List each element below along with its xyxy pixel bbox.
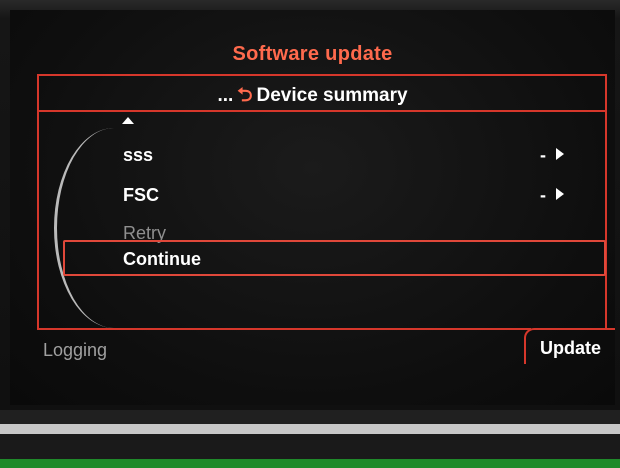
list-item-fsc-value[interactable]: - bbox=[540, 185, 564, 206]
dash-trim-lower bbox=[0, 434, 620, 459]
value-text: - bbox=[540, 185, 546, 205]
scroll-up-icon[interactable] bbox=[122, 117, 134, 124]
list-item-continue[interactable]: Continue bbox=[63, 240, 606, 276]
update-tab-label: Update bbox=[540, 338, 602, 358]
list-item-sss[interactable]: sss bbox=[123, 145, 153, 166]
header-divider bbox=[39, 110, 605, 112]
breadcrumb-ellipsis: ... bbox=[217, 85, 234, 106]
play-arrow-icon bbox=[556, 148, 564, 160]
return-arrow-icon[interactable]: ⮌ bbox=[237, 85, 252, 106]
continue-label: Continue bbox=[123, 249, 201, 269]
breadcrumb[interactable]: ... ⮌ Device summary bbox=[10, 81, 615, 113]
list-item-fsc[interactable]: FSC bbox=[123, 185, 159, 206]
screen-title: Software update bbox=[232, 43, 393, 65]
breadcrumb-label: Device summary bbox=[256, 85, 408, 106]
infotainment-screen: Software update ... ⮌ Device summary sss -… bbox=[10, 10, 615, 405]
value-text: - bbox=[540, 145, 546, 165]
dash-trim bbox=[0, 410, 620, 424]
play-arrow-icon bbox=[556, 188, 564, 200]
bottom-divider bbox=[37, 328, 531, 330]
update-tab[interactable]: Update bbox=[524, 328, 615, 364]
bottom-strip bbox=[0, 459, 620, 468]
logging-softkey[interactable]: Logging bbox=[43, 340, 107, 361]
display-bezel: Software update ... ⮌ Device summary sss -… bbox=[0, 0, 620, 463]
dash-trim-chrome bbox=[0, 424, 620, 434]
list-item-sss-value[interactable]: - bbox=[540, 145, 564, 166]
